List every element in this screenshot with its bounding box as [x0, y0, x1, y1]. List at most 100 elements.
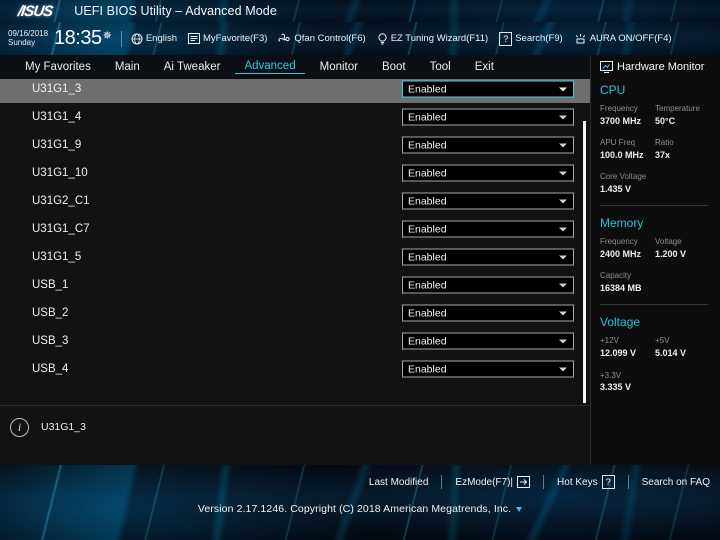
metric-key: +5V	[655, 336, 670, 346]
myfavorite-button[interactable]: MyFavorite(F3)	[188, 33, 267, 44]
setting-dropdown[interactable]: Enabled	[402, 248, 574, 266]
tab-exit[interactable]: Exit	[466, 61, 503, 73]
metric-key: Capacity	[600, 271, 632, 281]
search-button[interactable]: ? Search(F9)	[499, 31, 563, 46]
setting-dropdown[interactable]: Enabled	[402, 164, 574, 182]
setting-label: USB_4	[32, 363, 69, 375]
language-button[interactable]: English	[131, 33, 177, 45]
metric-value: 3.335 V	[600, 382, 632, 393]
dropdown-value: Enabled	[408, 167, 447, 179]
tab-boot[interactable]: Boot	[373, 61, 415, 73]
monitor-cell: APU Freq 100.0 MHz	[600, 137, 655, 162]
globe-icon	[131, 33, 143, 44]
divider	[441, 475, 443, 489]
monitor-cell: Core Voltage 1.435 V	[600, 171, 712, 196]
table-row[interactable]: U31G1_10 Enabled	[0, 159, 590, 187]
setting-dropdown[interactable]: Enabled	[402, 332, 574, 350]
ezmode-button[interactable]: EzMode(F7)|	[455, 476, 531, 488]
hot-keys-label: Hot Keys	[557, 476, 598, 488]
footer-bar: Last Modified EzMode(F7)| Hot Keys ? Sea…	[0, 465, 720, 540]
dropdown-value: Enabled	[408, 251, 447, 263]
search-faq-label: Search on FAQ	[641, 476, 710, 488]
metric-key: Ratio	[655, 138, 674, 148]
setting-label: USB_2	[32, 307, 69, 319]
tab-main[interactable]: Main	[106, 61, 149, 73]
table-row[interactable]: USB_3 Enabled	[0, 327, 590, 355]
hot-keys-button[interactable]: Hot Keys ?	[557, 475, 615, 489]
table-row[interactable]: U31G1_5 Enabled	[0, 243, 590, 271]
aura-toggle-button[interactable]: AURA ON/OFF(F4)	[574, 33, 672, 45]
metric-key: Voltage	[655, 237, 682, 247]
setting-label: U31G1_9	[32, 139, 82, 151]
table-row[interactable]: USB_4 Enabled	[0, 355, 590, 383]
clock-text: 18:35	[54, 27, 102, 49]
metric-key: Temperature	[655, 104, 700, 113]
ez-tuning-label: EZ Tuning Wizard(F11)	[390, 33, 489, 44]
setting-dropdown[interactable]: Enabled	[402, 192, 574, 210]
chevron-down-icon	[559, 115, 567, 119]
setting-dropdown[interactable]: Enabled	[402, 108, 574, 126]
table-row[interactable]: U31G1_C7 Enabled	[0, 215, 590, 243]
setting-label: U31G1_5	[32, 251, 82, 263]
dropdown-value: Enabled	[408, 111, 447, 123]
last-modified-label: Last Modified	[368, 476, 429, 488]
qfan-label: Qfan Control(F6)	[294, 33, 366, 44]
question-box-icon: ?	[601, 475, 615, 489]
fan-icon	[278, 33, 291, 42]
monitor-cell: +3.3V 3.335 V	[600, 370, 712, 395]
setting-label: U31G1_3	[32, 83, 82, 95]
dropdown-value: Enabled	[408, 279, 447, 291]
metric-value: 3700 MHz	[600, 115, 642, 126]
question-box-icon: ?	[499, 31, 513, 46]
setting-dropdown[interactable]: Enabled	[402, 304, 574, 322]
chevron-down-icon	[559, 339, 567, 343]
section-title-cpu: CPU	[600, 83, 626, 97]
tab-my-favorites[interactable]: My Favorites	[16, 61, 100, 73]
setting-dropdown[interactable]: Enabled	[402, 220, 574, 238]
scrollbar-thumb[interactable]	[583, 121, 586, 403]
caret-icon	[516, 506, 523, 512]
divider	[600, 205, 708, 207]
page-title: UEFI BIOS Utility – Advanced Mode	[74, 4, 277, 18]
title-bar: /ISUS UEFI BIOS Utility – Advanced Mode	[0, 0, 720, 22]
setting-dropdown[interactable]: Enabled	[402, 136, 574, 154]
divider	[600, 304, 708, 306]
chevron-down-icon	[559, 227, 567, 231]
hardware-monitor-panel: Hardware Monitor CPU Frequency 3700 MHz …	[590, 55, 720, 465]
table-row[interactable]: U31G2_C1 Enabled	[0, 187, 590, 215]
search-on-faq-button[interactable]: Search on FAQ	[642, 477, 710, 488]
setting-dropdown[interactable]: Enabled	[402, 276, 574, 294]
table-row[interactable]: USB_1 Enabled	[0, 271, 590, 299]
last-modified-button[interactable]: Last Modified	[369, 477, 428, 488]
hardware-monitor-header: Hardware Monitor	[600, 61, 720, 73]
monitor-cell: +5V 5.014 V	[655, 335, 710, 360]
gear-icon[interactable]: ✵	[103, 29, 112, 42]
version-text: Version 2.17.1246. Copyright (C) 2018 Am…	[197, 503, 512, 515]
qfan-control-button[interactable]: Qfan Control(F6)	[278, 33, 366, 44]
hardware-monitor-title: Hardware Monitor	[617, 61, 705, 73]
tab-advanced[interactable]: Advanced	[235, 60, 305, 74]
setting-dropdown[interactable]: Enabled	[402, 360, 574, 378]
tab-monitor[interactable]: Monitor	[311, 61, 367, 73]
table-row[interactable]: U31G1_4 Enabled	[0, 103, 590, 131]
table-row[interactable]: U31G1_3 Enabled	[0, 79, 590, 103]
setting-label: USB_3	[32, 335, 69, 347]
list-scrollbar[interactable]	[583, 121, 586, 403]
arrow-box-icon	[517, 476, 531, 488]
setting-label: U31G1_C7	[32, 223, 90, 235]
metric-key: +12V	[600, 336, 619, 346]
monitor-cell: Temperature 50°C	[655, 103, 710, 128]
monitor-row: Frequency 2400 MHz Voltage 1.200 V	[600, 236, 720, 261]
chevron-down-icon	[559, 255, 567, 259]
table-row[interactable]: USB_2 Enabled	[0, 299, 590, 327]
table-row[interactable]: U31G1_9 Enabled	[0, 131, 590, 159]
ez-tuning-wizard-button[interactable]: EZ Tuning Wizard(F11)	[377, 32, 489, 45]
dropdown-value: Enabled	[408, 223, 447, 235]
tab-tool[interactable]: Tool	[421, 61, 460, 73]
chevron-down-icon	[559, 311, 567, 315]
metric-value: 100.0 MHz	[600, 149, 644, 160]
setting-label: USB_1	[32, 279, 69, 291]
tab-ai-tweaker[interactable]: Ai Tweaker	[155, 61, 230, 73]
chevron-down-icon	[559, 283, 567, 287]
setting-dropdown[interactable]: Enabled	[402, 80, 574, 98]
